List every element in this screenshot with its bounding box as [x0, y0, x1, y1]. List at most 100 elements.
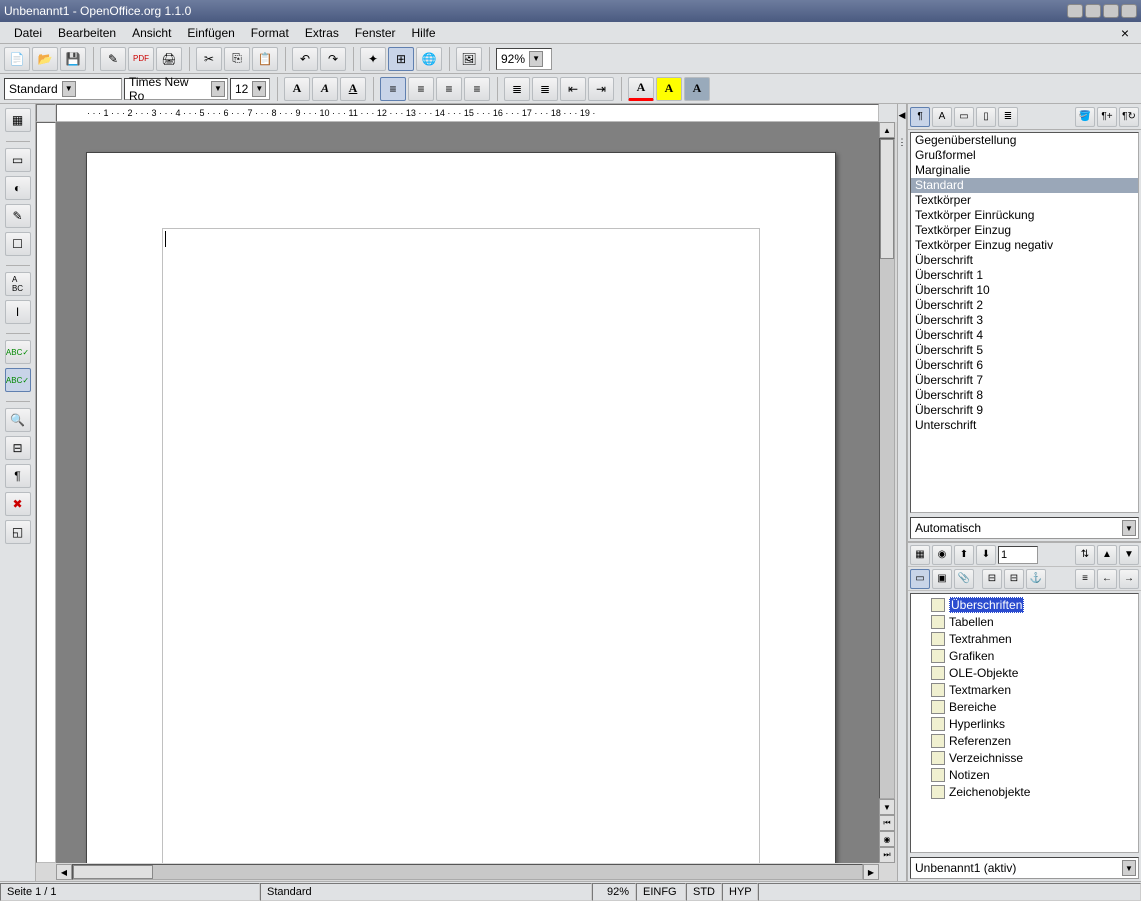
navigator-item[interactable]: Referenzen — [913, 732, 1136, 749]
nav-header-button[interactable]: ⊟ — [982, 569, 1002, 589]
font-size-combo[interactable]: 12▼ — [230, 78, 270, 100]
text-body[interactable] — [162, 228, 760, 863]
scroll-left-button[interactable]: ◀ — [56, 864, 72, 880]
navigator-item[interactable]: Verzeichnisse — [913, 749, 1136, 766]
highlight-button[interactable]: A — [656, 77, 682, 101]
nav-anchor-button[interactable]: ⚓ — [1026, 569, 1046, 589]
graphics-onoff-button[interactable]: ✖ — [5, 492, 31, 516]
copy-button[interactable]: ⎘ — [224, 47, 250, 71]
stylist-item[interactable]: Überschrift 5 — [911, 343, 1138, 358]
scroll-down-button[interactable]: ▼ — [879, 799, 895, 815]
stylist-item[interactable]: Überschrift 1 — [911, 268, 1138, 283]
show-draw-button[interactable]: ✎ — [5, 204, 31, 228]
font-color-button[interactable]: A — [628, 77, 654, 101]
edit-doc-button[interactable]: ✎ — [100, 47, 126, 71]
close-button[interactable] — [1121, 4, 1137, 18]
restore-button[interactable] — [1103, 4, 1119, 18]
navigator-item[interactable]: Textmarken — [913, 681, 1136, 698]
nav-heading-levels-button[interactable]: ≡ — [1075, 569, 1095, 589]
nonprinting-button[interactable]: ¶ — [5, 464, 31, 488]
nav-next-button[interactable]: ⬇ — [976, 545, 996, 565]
stylist-item[interactable]: Textkörper Einzug — [911, 223, 1138, 238]
align-right-button[interactable]: ≡ — [436, 77, 462, 101]
navigator-item[interactable]: Hyperlinks — [913, 715, 1136, 732]
character-styles-button[interactable]: A — [932, 107, 952, 127]
insert-object-button[interactable]: ◐ — [5, 176, 31, 200]
find-button[interactable]: 🔍 — [5, 408, 31, 432]
align-center-button[interactable]: ≡ — [408, 77, 434, 101]
vertical-scrollbar[interactable]: ▲ ▼ ⏮ ◉ ⏭ — [879, 122, 897, 863]
stylist-item[interactable]: Überschrift 7 — [911, 373, 1138, 388]
fill-format-button[interactable]: 🪣 — [1075, 107, 1095, 127]
export-pdf-button[interactable]: PDF — [128, 47, 154, 71]
menu-window[interactable]: Fenster — [347, 24, 404, 42]
navigator-item[interactable]: Grafiken — [913, 647, 1136, 664]
scroll-up-button[interactable]: ▲ — [879, 122, 895, 138]
hscroll-thumb[interactable] — [73, 865, 153, 879]
stylist-list[interactable]: GegenüberstellungGrußformelMarginalieSta… — [910, 132, 1139, 513]
stylist-item[interactable]: Standard — [911, 178, 1138, 193]
align-left-button[interactable]: ≡ — [380, 77, 406, 101]
new-style-button[interactable]: ¶+ — [1097, 107, 1117, 127]
menu-extras[interactable]: Extras — [297, 24, 347, 42]
menu-file[interactable]: Datei — [6, 24, 50, 42]
zoom-combo[interactable]: 92%▼ — [496, 48, 552, 70]
navigator-doc-combo[interactable]: Unbenannt1 (aktiv)▼ — [910, 857, 1139, 879]
data-sources-button[interactable]: ⊟ — [5, 436, 31, 460]
menu-help[interactable]: Hilfe — [404, 24, 444, 42]
undo-button[interactable]: ↶ — [292, 47, 318, 71]
menu-format[interactable]: Format — [243, 24, 297, 42]
stylist-item[interactable]: Überschrift 6 — [911, 358, 1138, 373]
next-page-button[interactable]: ⏭ — [879, 847, 895, 863]
stylist-item[interactable]: Überschrift 4 — [911, 328, 1138, 343]
stylist-item[interactable]: Überschrift 3 — [911, 313, 1138, 328]
nav-prev-button[interactable]: ⬆ — [954, 545, 974, 565]
paragraph-style-combo[interactable]: Standard▼ — [4, 78, 122, 100]
navigator-item[interactable]: Bereiche — [913, 698, 1136, 715]
navigator-item[interactable]: OLE-Objekte — [913, 664, 1136, 681]
navigator-tree[interactable]: ÜberschriftenTabellenTextrahmenGrafikenO… — [910, 593, 1139, 853]
document-canvas[interactable] — [56, 122, 879, 863]
italic-button[interactable]: A — [312, 77, 338, 101]
vscroll-thumb[interactable] — [880, 139, 894, 259]
paste-button[interactable]: 📋 — [252, 47, 278, 71]
nav-demote-button[interactable]: → — [1119, 569, 1139, 589]
cursor-button[interactable]: I — [5, 300, 31, 324]
autotext-button[interactable]: ABC — [5, 272, 31, 296]
vertical-ruler[interactable] — [36, 122, 56, 863]
page[interactable] — [86, 152, 836, 863]
stylist-item[interactable]: Textkörper — [911, 193, 1138, 208]
ruler-corner[interactable] — [36, 104, 56, 122]
horizontal-ruler[interactable]: · · · 1 · · · 2 · · · 3 · · · 4 · · · 5 … — [56, 104, 879, 122]
nav-page-field[interactable]: 1 — [998, 546, 1038, 564]
nav-dragmode-button[interactable]: ⇅ — [1075, 545, 1095, 565]
navigator-item[interactable]: Notizen — [913, 766, 1136, 783]
status-page[interactable]: Seite 1 / 1 — [0, 883, 260, 901]
pane-splitter[interactable]: ◀ ⋮ — [897, 104, 907, 881]
scroll-right-button[interactable]: ▶ — [863, 864, 879, 880]
navigator-button[interactable]: ✦ — [360, 47, 386, 71]
status-selection-mode[interactable]: STD — [686, 883, 722, 901]
navigator-item[interactable]: Textrahmen — [913, 630, 1136, 647]
decrease-indent-button[interactable]: ⇤ — [560, 77, 586, 101]
nav-chapter-up-button[interactable]: ▲ — [1097, 545, 1117, 565]
stylist-item[interactable]: Textkörper Einrückung — [911, 208, 1138, 223]
insert-table-button[interactable]: ▦ — [5, 108, 31, 132]
navigator-item[interactable]: Zeichenobjekte — [913, 783, 1136, 800]
new-button[interactable]: 📄 — [4, 47, 30, 71]
stylist-item[interactable]: Überschrift 9 — [911, 403, 1138, 418]
save-button[interactable]: 💾 — [60, 47, 86, 71]
stylist-item[interactable]: Grußformel — [911, 148, 1138, 163]
nav-promote-button[interactable]: ← — [1097, 569, 1117, 589]
font-name-combo[interactable]: Times New Ro▼ — [124, 78, 228, 100]
stylist-button[interactable]: ⊞ — [388, 47, 414, 71]
stylist-item[interactable]: Unterschrift — [911, 418, 1138, 433]
print-button[interactable]: 🖨 — [156, 47, 182, 71]
horizontal-scrollbar[interactable]: ◀ ▶ — [36, 863, 897, 881]
nav-reminder-button[interactable]: 📎 — [954, 569, 974, 589]
nav-toggle-button[interactable]: ◉ — [879, 831, 895, 847]
auto-spellcheck-button[interactable]: ABC✓ — [5, 368, 31, 392]
status-style[interactable]: Standard — [260, 883, 592, 901]
status-zoom[interactable]: 92% — [592, 883, 636, 901]
nav-chapter-down-button[interactable]: ▼ — [1119, 545, 1139, 565]
